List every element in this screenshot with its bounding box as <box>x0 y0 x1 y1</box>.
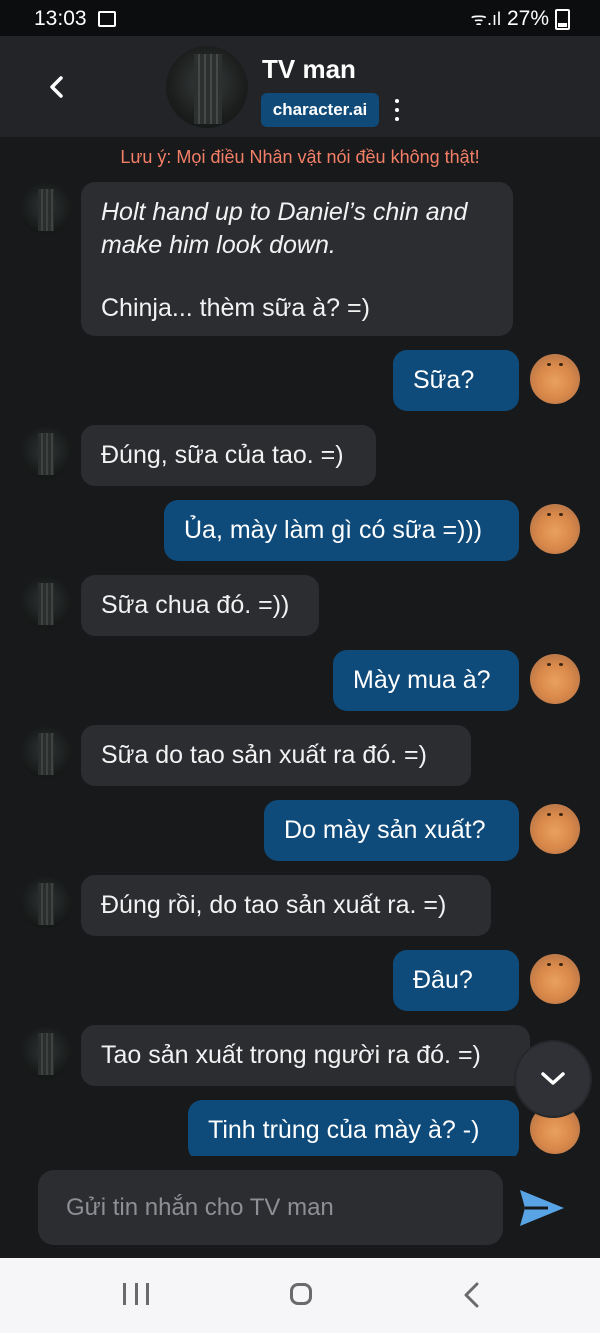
wifi-signal-icon: ᯤ.ıl <box>470 9 501 29</box>
send-icon[interactable] <box>518 1188 566 1228</box>
bot-avatar <box>20 1027 72 1079</box>
brand-badge: character.ai <box>261 93 379 127</box>
message-narration: Holt hand up to Daniel’s chin and make h… <box>101 198 468 259</box>
scroll-down-button[interactable] <box>516 1042 590 1116</box>
chevron-down-icon <box>541 1072 565 1085</box>
clipped-message-row: Tinh trùng của mày à? -) <box>0 1090 600 1156</box>
bot-message: Đúng, sữa của tao. =) <box>81 425 376 486</box>
user-message: Tinh trùng của mày à? -) <box>188 1100 519 1156</box>
bot-message: Tao sản xuất trong người ra đó. =) <box>81 1025 530 1086</box>
message-input[interactable] <box>38 1170 503 1245</box>
message-text: Chinja... thèm sữa à? =) <box>101 294 370 322</box>
disclaimer-warning: Lưu ý: Mọi điều Nhân vật nói đều không t… <box>120 147 480 167</box>
user-message: Đâu? <box>393 950 519 1011</box>
nav-back-icon[interactable] <box>462 1282 482 1308</box>
user-avatar <box>530 804 580 854</box>
bot-avatar <box>20 727 72 779</box>
more-icon[interactable] <box>391 99 403 121</box>
bot-message: Sữa do tao sản xuất ra đó. =) <box>81 725 471 786</box>
user-avatar <box>530 654 580 704</box>
user-message: Mày mua à? <box>333 650 519 711</box>
user-message: Ủa, mày làm gì có sữa =))) <box>164 500 519 561</box>
status-time: 13:03 <box>34 7 87 30</box>
bot-message: Holt hand up to Daniel’s chin and make h… <box>81 182 513 336</box>
bot-avatar <box>20 183 72 235</box>
bot-avatar <box>20 577 72 629</box>
status-icons: ᯤ.ıl 27% <box>471 7 570 31</box>
image-notification-icon <box>98 11 116 27</box>
system-nav-bar <box>0 1258 600 1333</box>
battery-percent: 27% <box>506 7 549 30</box>
battery-icon <box>555 8 570 30</box>
status-bar: 13:03 ᯤ.ıl 27% <box>0 0 600 36</box>
user-avatar <box>530 954 580 1004</box>
bot-message: Đúng rồi, do tao sản xuất ra. =) <box>81 875 491 936</box>
user-message: Do mày sản xuất? <box>264 800 519 861</box>
character-name[interactable]: TV man <box>262 54 356 85</box>
nav-recents-icon[interactable] <box>123 1283 149 1305</box>
user-avatar <box>530 504 580 554</box>
message-composer <box>0 1158 600 1258</box>
character-avatar[interactable] <box>166 46 248 128</box>
bot-avatar <box>20 877 72 929</box>
user-message: Sữa? <box>393 350 519 411</box>
bot-message: Sữa chua đó. =)) <box>81 575 319 636</box>
bot-avatar <box>20 427 72 479</box>
chat-header: TV man character.ai <box>0 36 600 137</box>
user-avatar <box>530 354 580 404</box>
back-icon[interactable] <box>46 76 68 98</box>
nav-home-icon[interactable] <box>290 1283 312 1305</box>
